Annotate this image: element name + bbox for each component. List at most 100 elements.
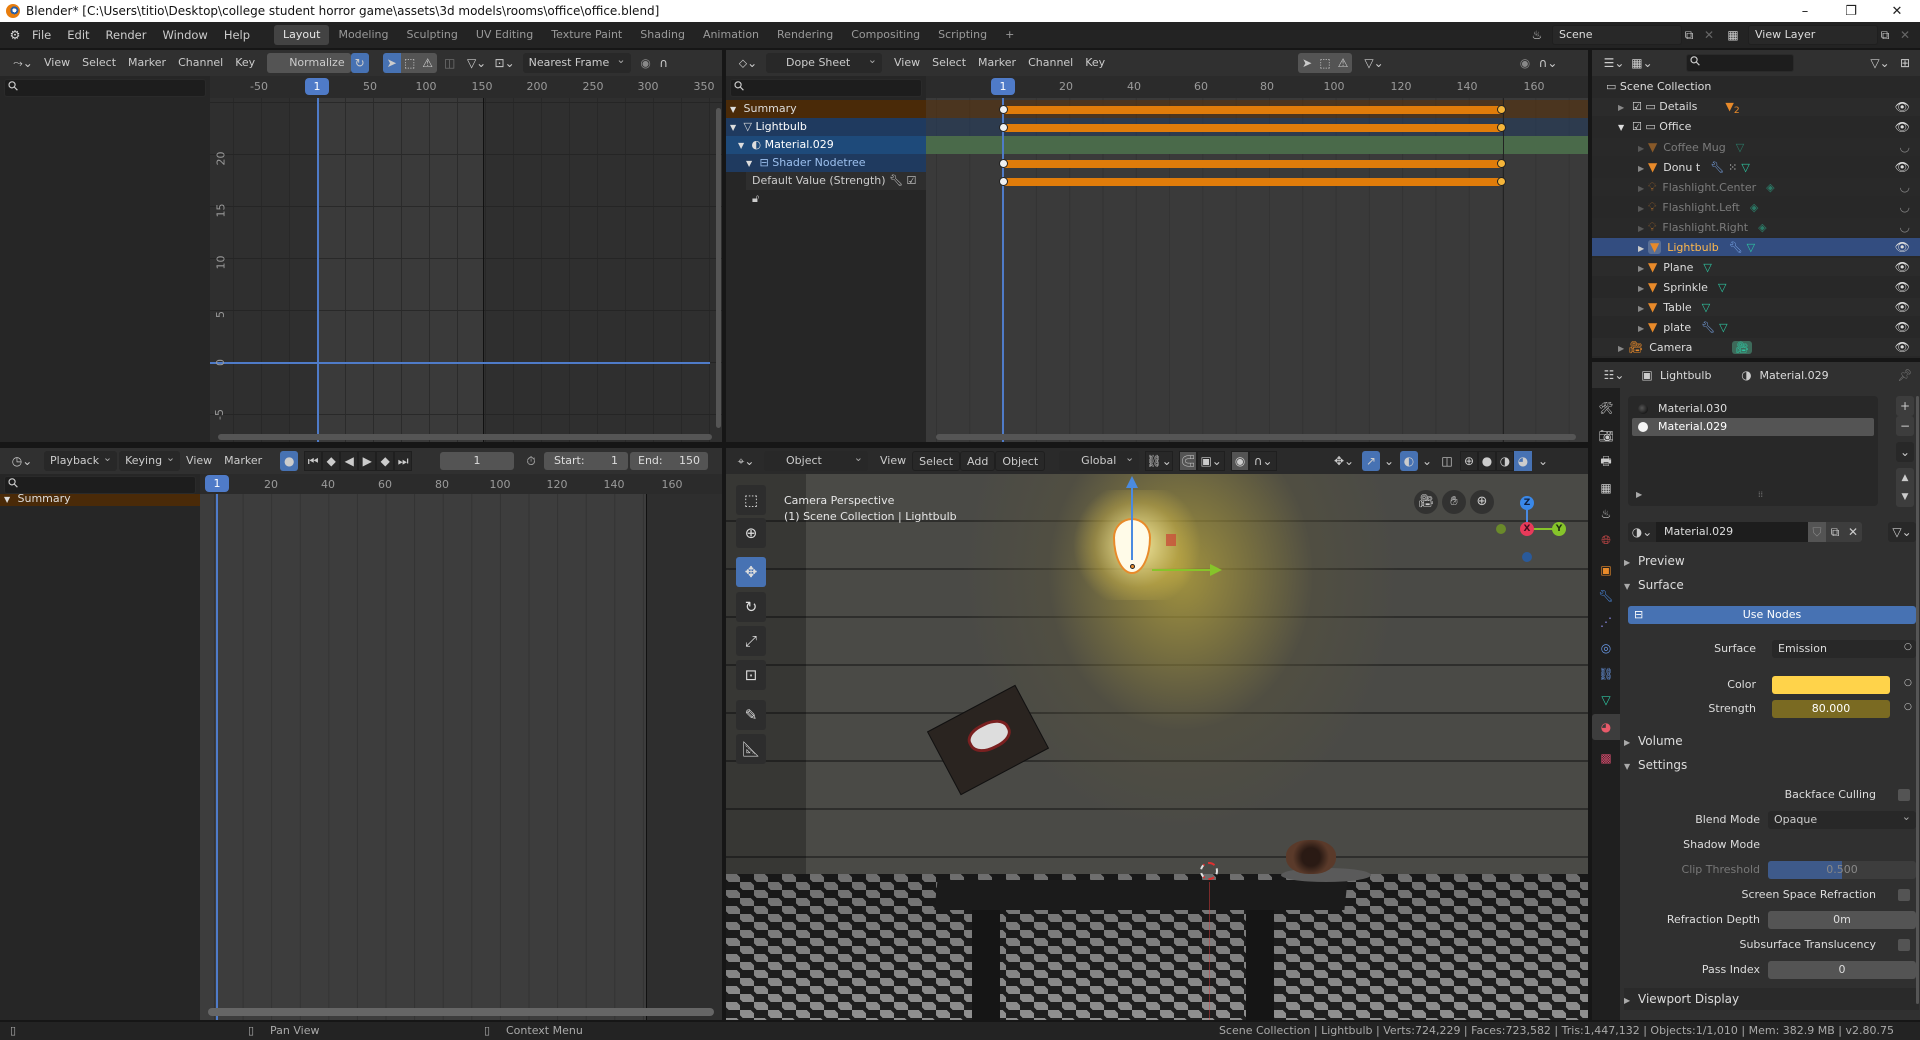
camera-view-icon[interactable]: 🎥︎: [1414, 490, 1438, 514]
nav-axis-z[interactable]: Z: [1520, 496, 1534, 510]
shading-rendered-icon[interactable]: ◕: [1514, 451, 1532, 471]
tab-physics-icon[interactable]: ◎: [1596, 638, 1616, 658]
lock-icon[interactable]: 🔓︎: [752, 192, 759, 205]
play-reverse-button[interactable]: ◀: [340, 451, 359, 471]
workspace-tab-uv-editing[interactable]: UV Editing: [467, 25, 542, 45]
panel-settings[interactable]: ▼ Settings: [1624, 754, 1919, 776]
eye-icon[interactable]: 👁︎: [1895, 158, 1910, 176]
viewport-menu-select[interactable]: Select: [912, 451, 961, 471]
pan-hand-icon[interactable]: ✋︎: [1442, 490, 1466, 514]
modifier-wrench-icon[interactable]: 🔧︎: [889, 174, 903, 187]
timeline-h-scrollbar[interactable]: [208, 1008, 714, 1016]
light-data-icon[interactable]: ◈: [1758, 221, 1766, 234]
snap-toggle-icon[interactable]: 🧲︎: [1179, 451, 1198, 471]
blend-mode-dropdown[interactable]: Opaque: [1768, 808, 1916, 829]
eye-icon[interactable]: 👁︎: [1895, 98, 1910, 116]
graph-menu-select[interactable]: Select: [76, 53, 122, 73]
ghost-curves-icon[interactable]: ◫: [441, 53, 459, 73]
overlays-dropdown-icon[interactable]: ⌄: [1418, 451, 1436, 471]
tab-particles-icon[interactable]: ⋰: [1596, 612, 1616, 632]
outliner-item-sprinkle[interactable]: ▶ ▼ Sprinkle ▽ 👁︎: [1592, 278, 1920, 296]
tool-measure[interactable]: 📐︎: [736, 734, 766, 764]
dope-h-scrollbar[interactable]: [936, 434, 1576, 440]
link-type-button[interactable]: ▽⌄: [1888, 522, 1916, 542]
dope-playhead[interactable]: [1002, 98, 1004, 442]
viewport-menu-add[interactable]: Add: [960, 451, 996, 471]
workspace-tab-modeling[interactable]: Modeling: [329, 25, 397, 45]
workspace-tab-scripting[interactable]: Scripting: [929, 25, 996, 45]
eye-closed-icon[interactable]: ◡: [1900, 178, 1910, 196]
workspace-tab-sculpting[interactable]: Sculpting: [398, 25, 467, 45]
keyframe-start-nodetree[interactable]: [999, 159, 1008, 168]
pass-index-field[interactable]: 0: [1768, 961, 1916, 979]
light-data-icon[interactable]: ◈: [1750, 201, 1758, 214]
add-workspace-button[interactable]: +: [996, 25, 1023, 45]
dope-proportional-icon[interactable]: ◉: [1516, 53, 1534, 73]
add-slot-button[interactable]: +: [1896, 396, 1914, 416]
workspace-tab-rendering[interactable]: Rendering: [768, 25, 842, 45]
editor-type-graph-icon[interactable]: ⤳⌄: [8, 53, 38, 73]
timeline-summary-row[interactable]: ▼ Summary: [0, 494, 200, 506]
graph-v-scrollbar[interactable]: [716, 108, 721, 428]
editor-type-dopesheet-icon[interactable]: ⬦⌄: [734, 53, 762, 73]
tab-tool-icon[interactable]: 🛠︎: [1596, 398, 1616, 418]
gizmo-y-arrow[interactable]: [1152, 569, 1214, 571]
only-selected-icon[interactable]: ➤: [382, 53, 401, 73]
dope-channel-fcurve[interactable]: Default Value (Strength) 🔧︎ ☑ 🔓︎: [746, 172, 926, 205]
move-slot-up-button[interactable]: ▲: [1896, 468, 1914, 488]
timeline-current-frame[interactable]: 1: [205, 475, 229, 492]
ssr-checkbox[interactable]: [1898, 889, 1910, 901]
dope-channel-material[interactable]: ▼ ◐ Material.029: [726, 136, 926, 154]
normalize-toggle[interactable]: Normalize: [267, 53, 351, 73]
panel-surface[interactable]: ▼ Surface: [1624, 574, 1919, 596]
dope-only-errors-icon[interactable]: ⚠: [1334, 53, 1352, 73]
eye-icon[interactable]: 👁︎: [1895, 278, 1910, 296]
tab-texture-icon[interactable]: ▩: [1596, 748, 1616, 768]
tab-material-icon[interactable]: ◕: [1592, 714, 1620, 740]
dope-show-hidden-icon[interactable]: ⬚: [1316, 53, 1334, 73]
menu-help[interactable]: Help: [216, 28, 258, 42]
xray-toggle-icon[interactable]: ◫: [1438, 451, 1456, 471]
outliner-item-lightbulb[interactable]: ▶ ▼ Lightbulb 🔧︎ ▽ 👁︎: [1592, 238, 1920, 256]
eye-closed-icon[interactable]: ◡: [1900, 198, 1910, 216]
keyframe-end-nodetree[interactable]: [1496, 159, 1506, 168]
tool-rotate[interactable]: ↻: [736, 592, 766, 622]
dope-mode-dropdown[interactable]: Dope Sheet: [766, 50, 882, 73]
visibility-checkbox[interactable]: ☑: [1632, 120, 1642, 133]
graph-playhead[interactable]: [317, 98, 319, 442]
workspace-tab-shading[interactable]: Shading: [631, 25, 694, 45]
timeline-playhead[interactable]: [216, 494, 218, 1020]
mesh-data-icon[interactable]: ▽: [1747, 241, 1755, 254]
surface-socket-icon[interactable]: ○: [1904, 642, 1912, 652]
outliner-item-coffee-mug[interactable]: ▶ ▼ Coffee Mug ▽ ◡: [1592, 138, 1920, 156]
move-slot-down-button[interactable]: ▼: [1896, 487, 1914, 507]
eye-icon[interactable]: 👁︎: [1895, 118, 1910, 136]
blender-menu-icon[interactable]: ⚙: [6, 25, 24, 45]
workspace-tab-texture-paint[interactable]: Texture Paint: [542, 25, 631, 45]
jump-start-button[interactable]: ⏮: [304, 451, 323, 471]
eye-icon[interactable]: 👁︎: [1895, 298, 1910, 316]
only-errors-icon[interactable]: ⚠: [418, 53, 437, 73]
outliner-item-table[interactable]: ▶ ▼ Table ▽ 👁︎: [1592, 298, 1920, 316]
eye-icon[interactable]: 👁︎: [1895, 338, 1910, 356]
shading-solid-icon[interactable]: ●: [1478, 451, 1496, 471]
menu-file[interactable]: File: [24, 28, 59, 42]
tab-view-layer-icon[interactable]: ▦: [1596, 478, 1616, 498]
view-layer-selector[interactable]: View Layer: [1748, 25, 1878, 45]
gizmo-z-arrowhead[interactable]: [1126, 476, 1138, 488]
menu-window[interactable]: Window: [154, 28, 215, 42]
editor-type-timeline-icon[interactable]: ◷⌄: [8, 451, 36, 471]
jump-next-keyframe-button[interactable]: ◆: [376, 451, 395, 471]
maximize-button[interactable]: ❐: [1828, 0, 1874, 22]
proportional-falloff-icon[interactable]: ∩⌄: [1249, 451, 1278, 471]
viewport-canvas[interactable]: Camera Perspective (1) Scene Collection …: [726, 474, 1588, 1020]
editor-type-outliner-icon[interactable]: ☰⌄: [1600, 53, 1628, 73]
eye-icon[interactable]: 👁︎: [1895, 318, 1910, 336]
mesh-data-icon[interactable]: ▽: [1703, 261, 1711, 274]
mesh-data-icon[interactable]: ▽: [1718, 281, 1726, 294]
dope-channel-object[interactable]: ▼ ▽ Lightbulb: [726, 118, 926, 136]
gizmo-plane-handle[interactable]: [1166, 534, 1176, 546]
color-socket-icon[interactable]: ○: [1904, 678, 1912, 688]
tab-output-icon[interactable]: 🖶︎: [1596, 452, 1616, 472]
dope-frame-ruler[interactable]: 1 20 40 60 80 100 120 140 160: [926, 76, 1588, 98]
